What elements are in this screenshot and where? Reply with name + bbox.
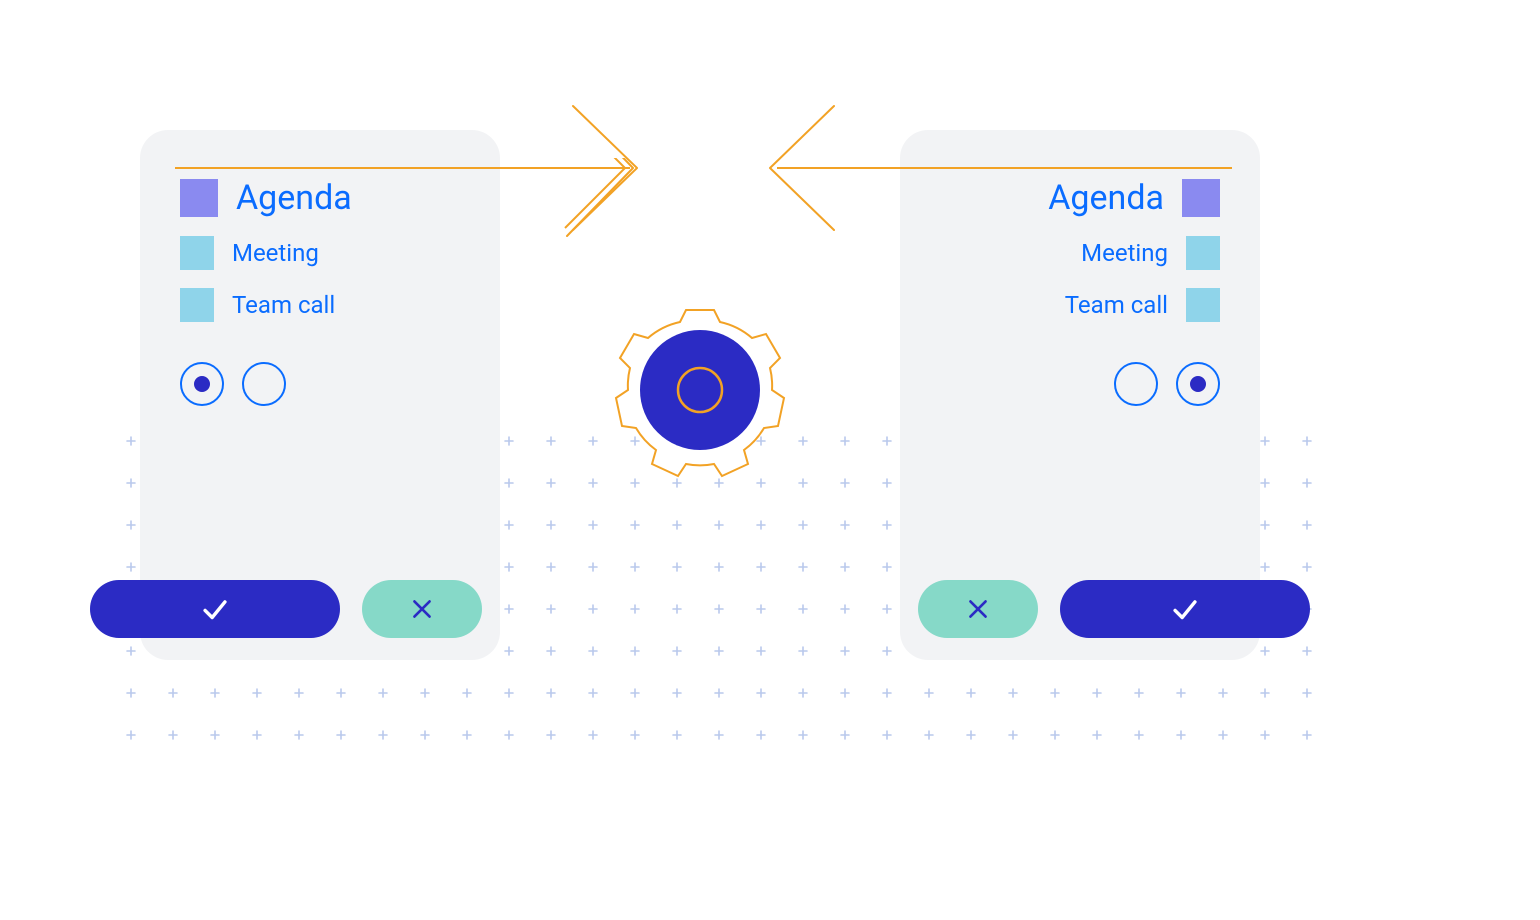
check-icon: [1168, 592, 1202, 626]
gear-icon: [610, 300, 790, 480]
card-title: Agenda: [1048, 178, 1164, 218]
radio-option-1[interactable]: [180, 362, 224, 406]
button-row: [918, 580, 1310, 638]
radio-group: [940, 362, 1220, 406]
card-title: Agenda: [236, 178, 352, 218]
check-icon: [198, 592, 232, 626]
radio-option-2[interactable]: [1176, 362, 1220, 406]
cancel-button[interactable]: [918, 580, 1038, 638]
card-rtl: Agenda Meeting Team call: [900, 130, 1260, 660]
confirm-button[interactable]: [1060, 580, 1310, 638]
cross-icon: [409, 596, 435, 622]
item-swatch: [1186, 236, 1220, 270]
radio-group: [180, 362, 460, 406]
list-item: Meeting: [180, 236, 460, 270]
radio-option-2[interactable]: [242, 362, 286, 406]
item-swatch: [1186, 288, 1220, 322]
item-swatch: [180, 236, 214, 270]
item-swatch: [180, 288, 214, 322]
list-item: Team call: [940, 288, 1220, 322]
cross-icon: [965, 596, 991, 622]
confirm-button[interactable]: [90, 580, 340, 638]
title-swatch: [180, 179, 218, 217]
list-item: Meeting: [940, 236, 1220, 270]
title-swatch: [1182, 179, 1220, 217]
cancel-button[interactable]: [362, 580, 482, 638]
list-item-label: Team call: [1065, 291, 1168, 319]
title-row: Agenda: [180, 178, 460, 218]
list-item: Team call: [180, 288, 460, 322]
radio-option-1[interactable]: [1114, 362, 1158, 406]
list-item-label: Team call: [232, 291, 335, 319]
title-row: Agenda: [940, 178, 1220, 218]
list-item-label: Meeting: [1081, 239, 1168, 267]
card-ltr: Agenda Meeting Team call: [140, 130, 500, 660]
button-row: [90, 580, 482, 638]
list-item-label: Meeting: [232, 239, 319, 267]
